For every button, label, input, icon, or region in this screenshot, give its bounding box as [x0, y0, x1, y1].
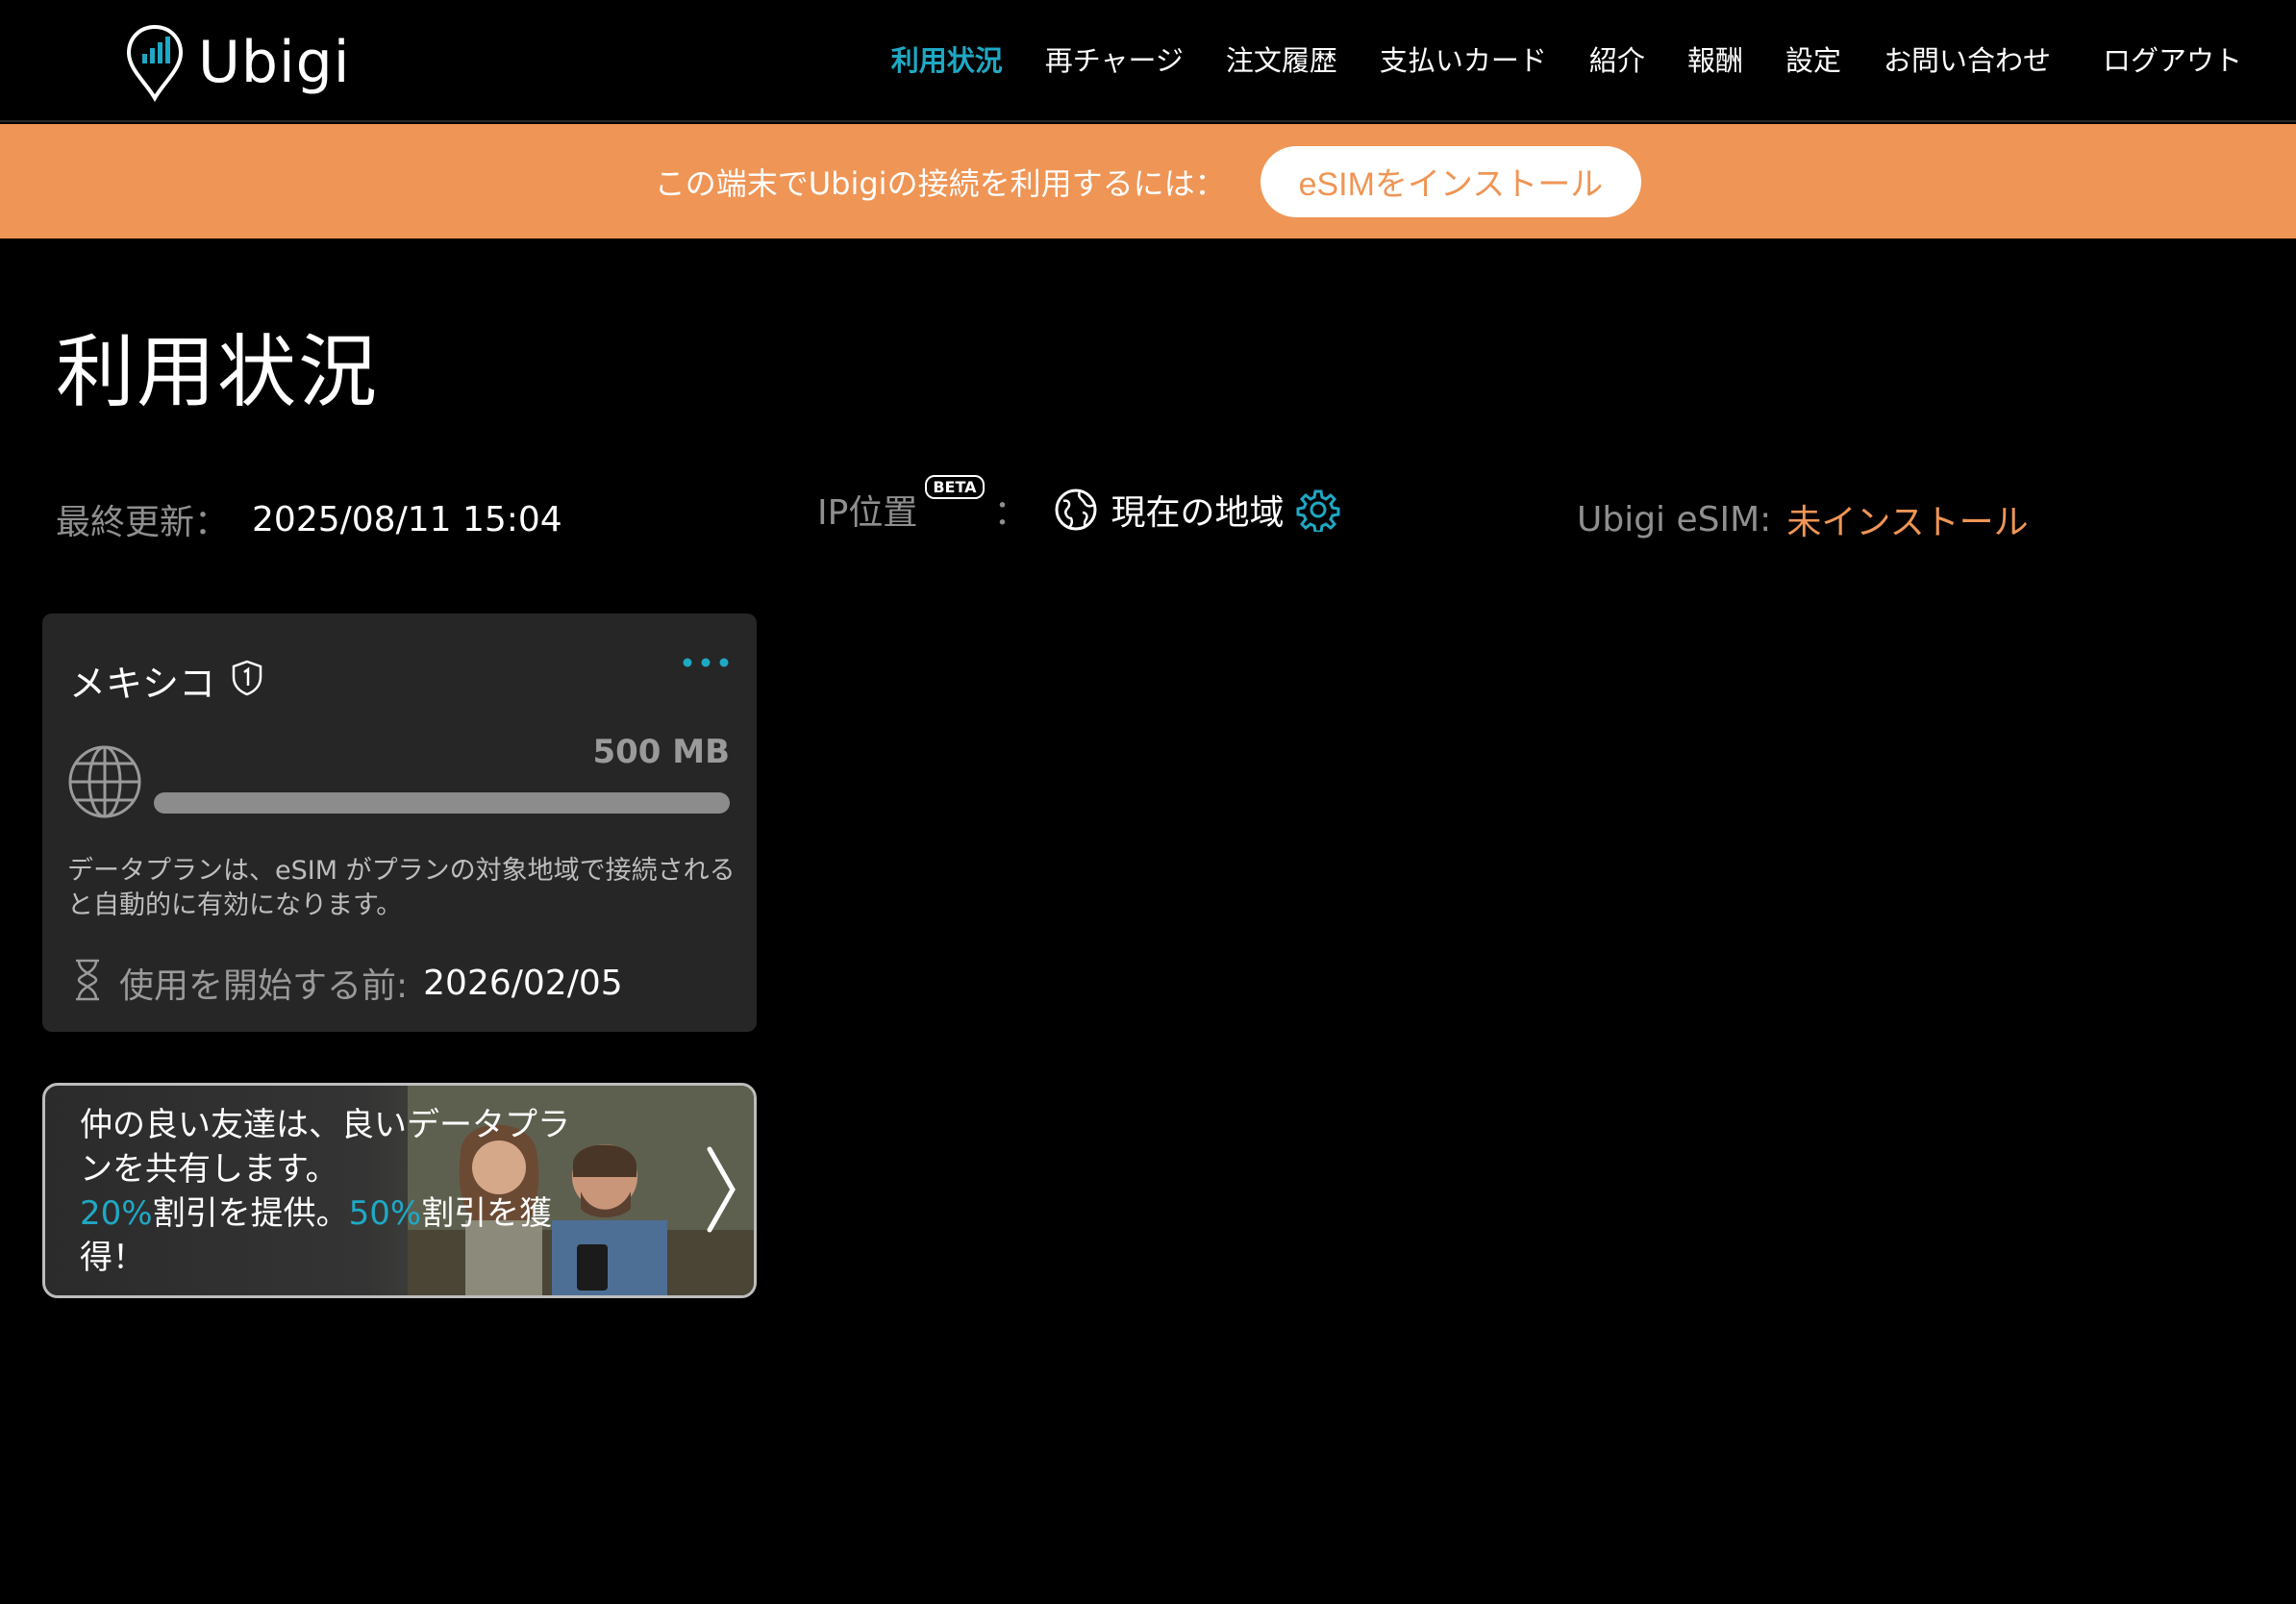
ip-location: IP位置 BETA ： 現在の地域 — [817, 474, 1340, 535]
nav-rewards[interactable]: 報酬 — [1687, 38, 1743, 79]
gear-icon[interactable] — [1296, 488, 1340, 532]
install-banner: この端末でUbigiの接続を利用するには： eSIMをインストール — [0, 124, 2296, 238]
ip-colon: ： — [993, 493, 1029, 533]
plan-start-label: 使用を開始する前: — [119, 966, 409, 1006]
install-esim-button[interactable]: eSIMをインストール — [1260, 145, 1642, 217]
last-updated-label: 最終更新： — [56, 503, 230, 542]
promo-mid: 割引を提供。 — [152, 1194, 349, 1233]
esim-status-value: 未インストール — [1786, 503, 2029, 542]
top-header: Ubigi 利用状況 再チャージ 注文履歴 支払いカード 紹介 報酬 設定 お問… — [0, 0, 2296, 122]
shield-icon — [232, 660, 262, 696]
beta-badge: BETA — [925, 474, 985, 499]
nav-recharge[interactable]: 再チャージ — [1045, 38, 1184, 79]
esim-status-label: Ubigi eSIM: — [1577, 499, 1772, 539]
chevron-right-icon[interactable] — [702, 1143, 740, 1236]
ip-location-label: IP位置 — [817, 493, 918, 533]
plan-data-amount: 500 MB — [592, 733, 730, 771]
nav-order-history[interactable]: 注文履歴 — [1226, 38, 1337, 79]
promo-discount-get: 50% — [348, 1194, 422, 1233]
plan-start-deadline: 使用を開始する前: 2026/02/05 — [119, 958, 623, 1008]
last-updated-value: 2025/08/11 15:04 — [252, 499, 562, 539]
main-nav: 利用状況 再チャージ 注文履歴 支払いカード 紹介 報酬 設定 お問い合わせ ロ… — [849, 38, 2242, 79]
promo-line1: 仲の良い友達は、良いデータプランを共有します。 — [80, 1106, 570, 1189]
banner-text: この端末でUbigiの接続を利用するには： — [654, 164, 1226, 202]
plan-activation-note: データプランは、eSIM がプランの対象地域で接続されると自動的に有効になります… — [67, 856, 736, 920]
hourglass-icon — [76, 959, 99, 1001]
nav-settings[interactable]: 設定 — [1785, 38, 1841, 79]
esim-status: Ubigi eSIM: 未インストール — [1577, 494, 2029, 544]
last-updated: 最終更新： 2025/08/11 15:04 — [56, 494, 562, 544]
ubigi-logo[interactable]: Ubigi — [125, 23, 350, 102]
plan-country: メキシコ — [69, 663, 216, 705]
page-title: 利用状況 — [56, 327, 380, 418]
nav-contact[interactable]: お問い合わせ — [1884, 38, 2051, 79]
page: Ubigi 利用状況 再チャージ 注文履歴 支払いカード 紹介 報酬 設定 お問… — [0, 0, 2296, 1604]
data-usage-bar — [154, 792, 730, 814]
earth-icon — [1055, 489, 1097, 531]
nav-payment-cards[interactable]: 支払いカード — [1380, 38, 1547, 79]
more-options-icon[interactable] — [680, 654, 732, 671]
referral-promo-card[interactable]: 仲の良い友達は、良いデータプランを共有します。 20%割引を提供。50%割引を獲… — [42, 1083, 757, 1298]
promo-discount-give: 20% — [80, 1194, 153, 1233]
location-pin-logo-icon — [126, 24, 184, 102]
ip-location-value: 現在の地域 — [1111, 493, 1285, 533]
plan-start-value: 2026/02/05 — [423, 963, 623, 1003]
plan-card: メキシコ 500 MB データプランは、eSIM がプランの対象地域で接続される… — [42, 614, 757, 1032]
globe-icon — [68, 745, 141, 818]
promo-text: 仲の良い友達は、良いデータプランを共有します。 20%割引を提供。50%割引を獲… — [80, 1103, 580, 1280]
nav-logout[interactable]: ログアウト — [2103, 38, 2242, 79]
logo-text: Ubigi — [198, 29, 351, 96]
nav-usage[interactable]: 利用状況 — [891, 38, 1003, 79]
nav-referral[interactable]: 紹介 — [1589, 38, 1645, 79]
